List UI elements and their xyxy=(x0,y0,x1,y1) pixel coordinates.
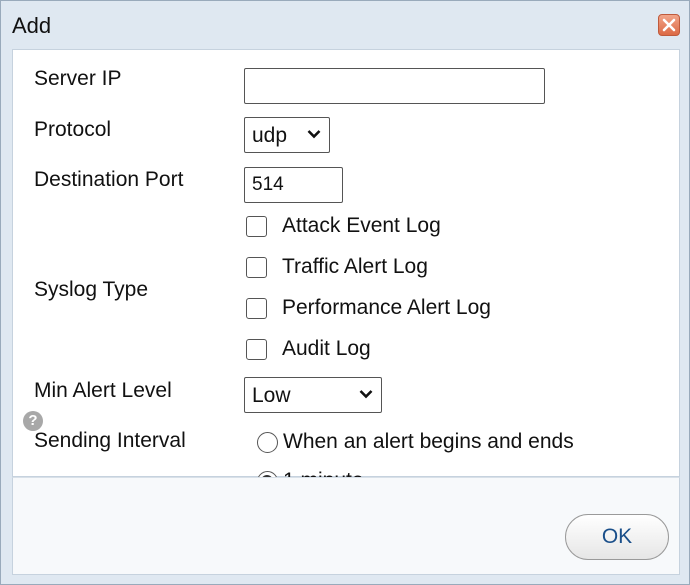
min-alert-level-select[interactable]: Low xyxy=(244,377,382,413)
destination-port-label: Destination Port xyxy=(34,168,184,191)
traffic-alert-log-checkbox[interactable] xyxy=(246,257,267,278)
protocol-select[interactable]: udp xyxy=(244,117,330,153)
traffic-alert-log-label: Traffic Alert Log xyxy=(282,255,428,278)
server-ip-label: Server IP xyxy=(34,67,122,90)
chevron-down-icon xyxy=(307,130,321,139)
interval-begin-end-label: When an alert begins and ends xyxy=(283,430,574,453)
attack-event-log-checkbox[interactable] xyxy=(246,216,267,237)
attack-event-log-label: Attack Event Log xyxy=(282,214,441,237)
audit-log-checkbox[interactable] xyxy=(246,339,267,360)
server-ip-input[interactable] xyxy=(244,68,545,104)
performance-alert-log-checkbox[interactable] xyxy=(246,298,267,319)
close-icon xyxy=(662,18,676,32)
syslog-type-label: Syslog Type xyxy=(34,278,149,301)
protocol-selected-value: udp xyxy=(252,124,288,147)
question-mark-icon[interactable]: ? xyxy=(23,411,43,431)
dialog-titlebar[interactable]: Add xyxy=(1,1,689,49)
sending-interval-label: Sending Interval xyxy=(34,429,186,452)
min-alert-level-selected-value: Low xyxy=(252,384,291,407)
audit-log-label: Audit Log xyxy=(282,337,371,360)
protocol-label: Protocol xyxy=(34,118,112,141)
ok-button[interactable]: OK xyxy=(565,514,669,560)
interval-begin-end-radio[interactable] xyxy=(257,432,278,453)
performance-alert-log-label: Performance Alert Log xyxy=(282,296,491,319)
min-alert-level-label: Min Alert Level xyxy=(34,379,172,402)
destination-port-input[interactable] xyxy=(244,167,343,203)
dialog-title: Add xyxy=(12,13,52,38)
add-dialog: Add Server IP Protocol udp Destination P… xyxy=(0,0,690,585)
close-button[interactable] xyxy=(658,14,680,36)
chevron-down-icon xyxy=(359,390,373,399)
